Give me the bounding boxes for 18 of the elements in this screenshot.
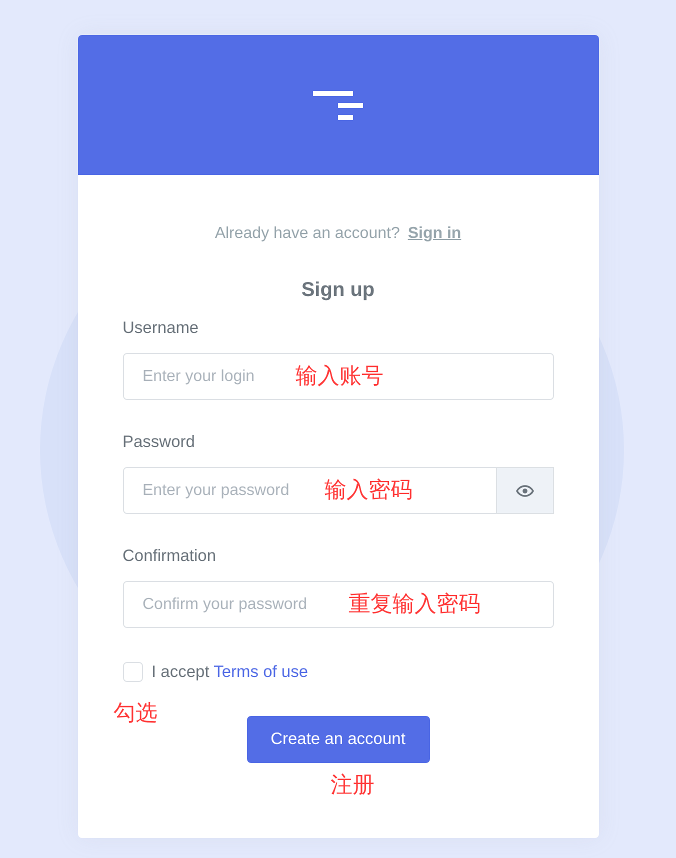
annotation-text: 注册 [330, 773, 374, 799]
terms-checkbox[interactable] [122, 662, 142, 682]
field-label: Confirmation [122, 546, 218, 567]
signin-link[interactable]: Sign in [408, 225, 462, 242]
terms-link[interactable]: Terms of use [214, 663, 308, 681]
annotation-text: 重复输入密码 [348, 592, 480, 618]
show-password-button[interactable] [496, 467, 554, 514]
terms-label: I accept Terms of use [152, 662, 308, 683]
field-label: Username [122, 318, 200, 339]
eye-icon [516, 484, 534, 496]
annotation-text: 输入账号 [296, 364, 384, 390]
annotation-text: 勾选 [114, 701, 158, 727]
annotation-text: 输入密码 [324, 478, 412, 504]
signin-prompt: Already have an account? Sign in [214, 224, 462, 244]
logo-icon [313, 90, 363, 120]
create-account-button[interactable]: Create an account [246, 716, 430, 763]
form-title: Sign up [300, 278, 376, 302]
field-label: Password [122, 432, 196, 453]
